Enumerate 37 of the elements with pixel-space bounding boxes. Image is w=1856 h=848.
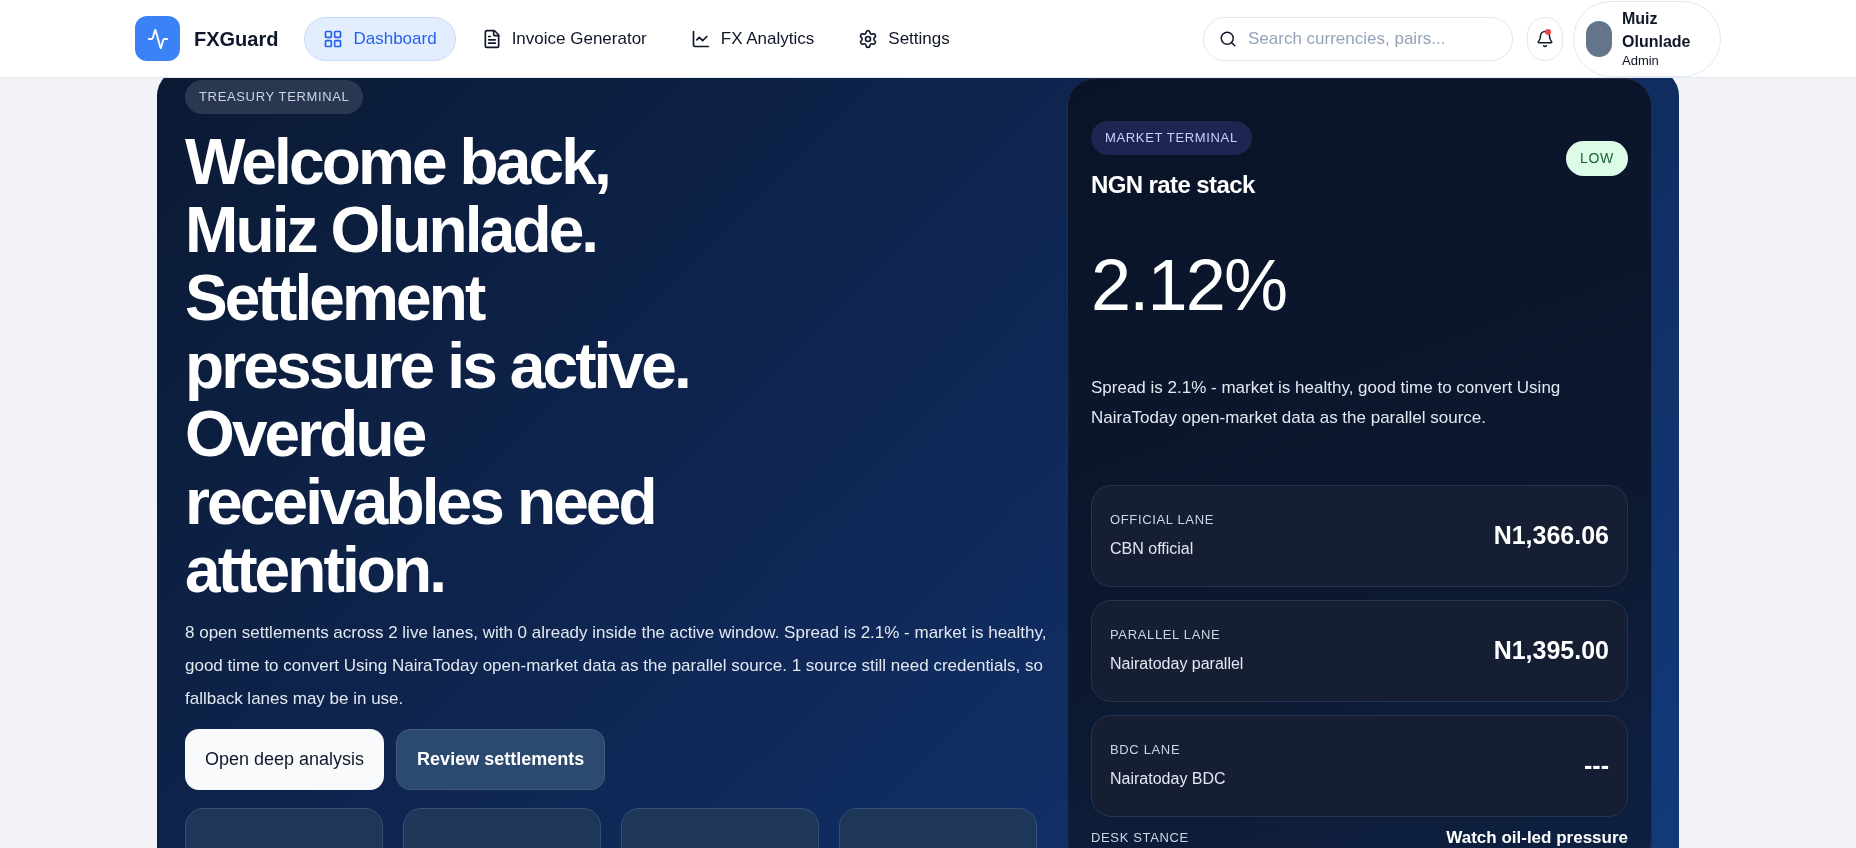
lane-label: BDC LANE: [1110, 740, 1182, 759]
user-name: Muiz Olunlade: [1622, 9, 1692, 53]
primary-button[interactable]: Open deep analysis: [185, 728, 385, 790]
user-menu[interactable]: Muiz Olunlade Admin: [1573, 0, 1721, 77]
settings-icon: [858, 28, 879, 49]
summary-text: 8 open settlements across 2 live lanes, with 0 already inside the active window. Spread is 2.1% - market is healthy, good time to convert Using NairaToday open-market data as the parallel source. 1 source still need credentials, so fallback lanes may be in use.: [185, 621, 1047, 710]
lane-rate: ---: [1584, 749, 1609, 781]
lane-source: Nairatoday BDC: [1110, 769, 1226, 790]
panel-title: NGN rate stack: [1091, 169, 1255, 200]
risk-badge: LOW: [1566, 141, 1628, 176]
brand-name: FXGuard: [194, 26, 279, 52]
user-role: Admin: [1622, 53, 1660, 70]
secondary-button[interactable]: Review settlements: [396, 728, 606, 790]
search-icon: [1219, 29, 1237, 48]
spread-value: 2.12%: [1091, 243, 1288, 327]
lane-rate: N1,366.06: [1493, 519, 1609, 551]
welcome-heading: Welcome back, Muiz Olunlade. Settlement pressure is active. Overdue receivables need attention.: [185, 127, 690, 604]
stance-label: DESK STANCE: [1091, 828, 1189, 847]
grid-icon: [323, 28, 344, 49]
stance-value: Watch oil-led pressure: [1446, 826, 1628, 848]
lane-source: Nairatoday parallel: [1110, 654, 1244, 675]
bell-icon: [1536, 29, 1554, 48]
line-chart-icon: [690, 28, 711, 49]
lane-label: OFFICIAL LANE: [1110, 510, 1215, 529]
lane-rate: N1,395.00: [1493, 634, 1609, 666]
logo-icon: [135, 16, 180, 61]
search-field[interactable]: Search currencies, pairs...: [1203, 16, 1513, 61]
nav-tab[interactable]: Invoice Generator: [463, 16, 665, 61]
section-badge: TREASURY TERMINAL: [185, 80, 364, 114]
lane-source: CBN official: [1110, 539, 1195, 560]
avatar: [1586, 20, 1612, 57]
nav-tab[interactable]: Settings: [840, 16, 968, 61]
section-badge: MARKET TERMINAL: [1091, 121, 1252, 155]
nav-tab[interactable]: FX Analytics: [672, 16, 833, 61]
nav-tab[interactable]: Dashboard: [304, 16, 456, 61]
lane-label: PARALLEL LANE: [1110, 625, 1222, 644]
spread-note: Spread is 2.1% - market is healthy, good time to convert Using NairaToday open-market data as the parallel source.: [1091, 376, 1562, 429]
